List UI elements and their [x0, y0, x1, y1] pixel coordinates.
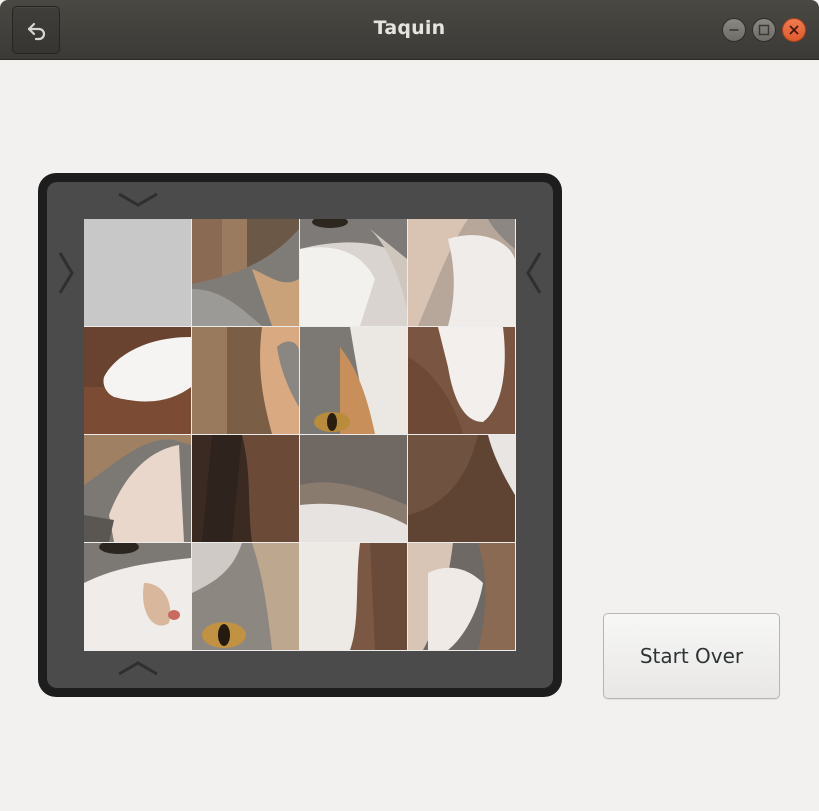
puzzle-tile[interactable]	[84, 435, 191, 542]
close-button[interactable]	[782, 18, 806, 42]
puzzle-tile[interactable]	[300, 543, 407, 650]
chevron-right-icon	[58, 252, 74, 294]
puzzle-tile[interactable]	[300, 327, 407, 434]
puzzle-tile[interactable]	[408, 435, 515, 542]
move-down-arrow[interactable]	[117, 190, 159, 208]
chevron-left-icon	[526, 252, 542, 294]
chevron-up-icon	[118, 661, 158, 676]
minimize-button[interactable]	[722, 18, 746, 42]
puzzle-tile[interactable]	[192, 543, 299, 650]
empty-tile	[84, 219, 191, 326]
minimize-icon	[729, 29, 739, 31]
puzzle-grid	[84, 219, 516, 651]
move-up-arrow[interactable]	[117, 660, 159, 678]
chevron-down-icon	[118, 192, 158, 207]
puzzle-tile[interactable]	[408, 327, 515, 434]
puzzle-tile[interactable]	[408, 219, 515, 326]
start-over-button[interactable]: Start Over	[603, 613, 780, 699]
puzzle-tile[interactable]	[300, 435, 407, 542]
close-icon	[789, 25, 799, 35]
maximize-icon	[758, 24, 770, 36]
window-title: Taquin	[373, 17, 446, 39]
puzzle-tile[interactable]	[192, 219, 299, 326]
puzzle-tile[interactable]	[84, 327, 191, 434]
puzzle-tile[interactable]	[192, 327, 299, 434]
puzzle-tile[interactable]	[192, 435, 299, 542]
header-bar: Taquin	[0, 0, 819, 60]
puzzle-tile[interactable]	[408, 543, 515, 650]
maximize-button[interactable]	[752, 18, 776, 42]
move-right-arrow[interactable]	[56, 251, 76, 295]
puzzle-tile[interactable]	[84, 543, 191, 650]
puzzle-tile[interactable]	[300, 219, 407, 326]
move-left-arrow[interactable]	[524, 251, 544, 295]
